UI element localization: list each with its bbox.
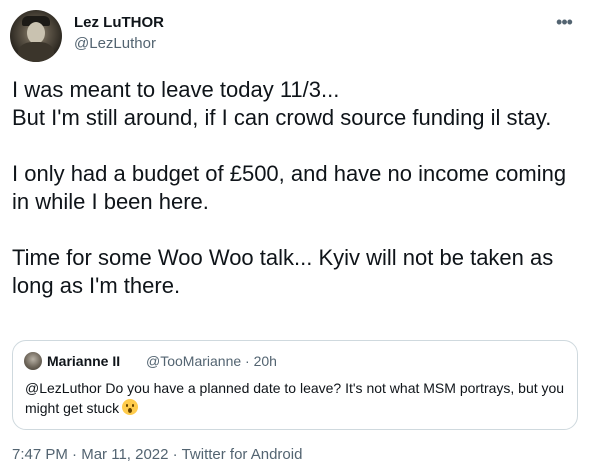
avatar-face-shape [27,22,45,44]
more-options-icon[interactable]: ••• [554,12,574,32]
tweet-footer: 7:47 PM · Mar 11, 2022 · Twitter for And… [12,446,302,463]
author-avatar[interactable] [10,10,62,62]
author-handle[interactable]: @LezLuthor [74,35,156,52]
tweet-date[interactable]: Mar 11, 2022 [81,446,168,463]
quoted-tweet-text-content: @LezLuthor Do you have a planned date to… [25,380,565,416]
quoted-author-name: Marianne II [47,353,121,369]
quoted-author-avatar [24,352,42,370]
quoted-tweet[interactable]: Marianne II @TooMarianne · 20h @LezLutho… [12,340,578,430]
quoted-author-meta: @TooMarianne · 20h [146,353,277,369]
astonished-face-icon [122,399,139,415]
tweet-time[interactable]: 7:47 PM [12,446,68,463]
author-name[interactable]: Lez LuTHOR [74,14,164,31]
avatar-body-shape [18,42,54,62]
tweet-header: Lez LuTHOR @LezLuthor ••• [10,10,580,64]
footer-separator: · [67,446,82,463]
quoted-tweet-text: @LezLuthor Do you have a planned date to… [25,378,565,418]
tweet-source[interactable]: Twitter for Android [182,446,303,463]
tweet-text: I was meant to leave today 11/3... But I… [12,77,567,298]
footer-separator: · [168,446,182,463]
